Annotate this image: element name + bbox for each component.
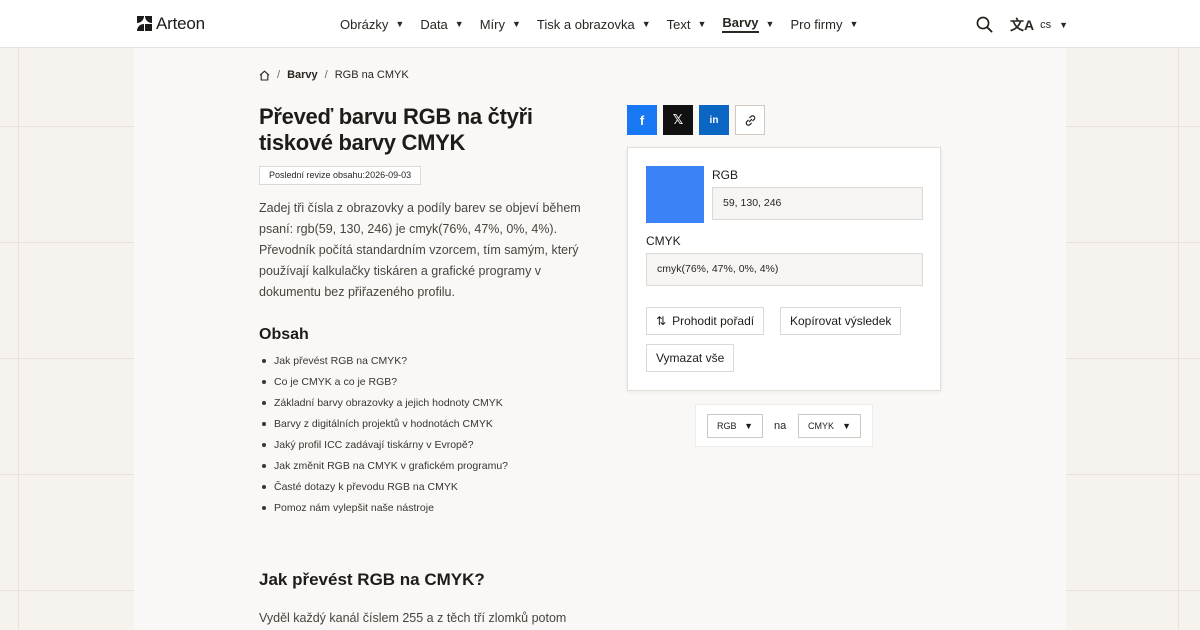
- linkedin-icon: in: [709, 114, 719, 126]
- nav-item-data[interactable]: Data ▼: [420, 17, 463, 32]
- logo-mark-icon: [137, 16, 153, 32]
- nav-item-barvy[interactable]: Barvy ▼: [722, 15, 774, 33]
- revision-badge: Poslední revize obsahu:2026-09-03: [259, 166, 422, 185]
- nav-label: Tisk a obrazovka: [536, 16, 635, 32]
- page-title: Převeď barvu RGB na čtyři tiskové barvy …: [259, 104, 533, 155]
- nav-item-tisk-a-obrazovka[interactable]: Tisk a obrazovka ▼: [537, 17, 651, 32]
- top-navigation-bar: Arteon Obrázky ▼ Data ▼ Míry ▼ Tisk a ob…: [0, 0, 1200, 48]
- nav-label: Text: [666, 16, 691, 32]
- clear-label: Vymazat vše: [656, 351, 725, 365]
- chevron-down-icon: ▼: [512, 19, 521, 29]
- link-icon: [745, 114, 755, 126]
- translate-icon: 文A: [1010, 17, 1035, 33]
- x-icon: 𝕏: [672, 112, 684, 127]
- cmyk-output[interactable]: cmyk(76%, 47%, 0%, 4%): [646, 253, 923, 286]
- nav-label: Barvy: [722, 15, 759, 33]
- breadcrumb-link-barvy[interactable]: Barvy: [287, 69, 318, 81]
- chevron-down-icon: ▼: [1059, 20, 1069, 30]
- chevron-down-icon: ▼: [454, 19, 464, 29]
- chevron-down-icon: ▼: [641, 19, 651, 29]
- share-facebook-button[interactable]: f: [627, 105, 657, 135]
- toc-link[interactable]: Základní barvy obrazovky a jejich hodnot…: [259, 394, 508, 415]
- chevron-down-icon: ▼: [765, 19, 775, 29]
- breadcrumb-separator: /: [324, 69, 328, 81]
- to-format-value: CMYK: [808, 421, 835, 431]
- breadcrumb: / Barvy / RGB na CMYK: [259, 69, 409, 81]
- main-nav: Obrázky ▼ Data ▼ Míry ▼ Tisk a obrazovka…: [340, 0, 874, 48]
- nav-label: Pro firmy: [790, 16, 843, 32]
- swap-icon: ⇅: [656, 314, 667, 328]
- toc-link[interactable]: Jak změnit RGB na CMYK v grafickém progr…: [259, 457, 508, 478]
- from-format-select[interactable]: RGB ▼: [707, 414, 763, 438]
- breadcrumb-separator: /: [277, 69, 281, 81]
- language-code: cs: [1040, 19, 1052, 31]
- toc-heading: Obsah: [259, 326, 309, 343]
- copy-result-button[interactable]: Kopírovat výsledek: [780, 307, 902, 335]
- from-format-value: RGB: [717, 421, 737, 431]
- intro-paragraph: Zadej tři čísla z obrazovky a podíly bar…: [259, 201, 581, 299]
- toc-link[interactable]: Pomoz nám vylepšit naše nástroje: [259, 499, 508, 520]
- section-paragraph: Vyděl každý kanál číslem 255 a z těch tř…: [259, 611, 567, 625]
- table-of-contents: Jak převést RGB na CMYK? Co je CMYK a co…: [259, 352, 508, 520]
- nav-label: Data: [420, 16, 448, 32]
- facebook-icon: f: [639, 112, 645, 128]
- swap-label: Prohodit pořadí: [672, 314, 755, 328]
- chevron-down-icon: ▼: [744, 421, 753, 431]
- copy-label: Kopírovat výsledek: [790, 314, 892, 328]
- brand-name: Arteon: [156, 14, 205, 33]
- search-icon[interactable]: [976, 16, 993, 33]
- color-swatch: [646, 166, 704, 223]
- section-heading: Jak převést RGB na CMYK?: [259, 570, 485, 589]
- toc-link[interactable]: Co je CMYK a co je RGB?: [259, 373, 508, 394]
- chevron-down-icon: ▼: [395, 19, 405, 29]
- share-x-button[interactable]: 𝕏: [663, 105, 693, 135]
- selector-joiner: na: [774, 420, 787, 432]
- nav-item-text[interactable]: Text ▼: [667, 17, 707, 32]
- brand-logo[interactable]: Arteon: [137, 14, 205, 34]
- toc-link[interactable]: Jaký profil ICC zadávají tiskárny v Evro…: [259, 436, 508, 457]
- toc-link[interactable]: Časté dotazy k převodu RGB na CMYK: [259, 478, 508, 499]
- rgb-input[interactable]: 59, 130, 246: [712, 187, 923, 220]
- cmyk-label: CMYK: [646, 234, 681, 248]
- to-format-select[interactable]: CMYK ▼: [798, 414, 861, 438]
- copy-link-button[interactable]: [735, 105, 765, 135]
- chevron-down-icon: ▼: [697, 19, 707, 29]
- nav-label: Obrázky: [340, 16, 389, 32]
- toc-link[interactable]: Barvy z digitálních projektů v hodnotách…: [259, 415, 508, 436]
- nav-item-obrazky[interactable]: Obrázky ▼: [340, 17, 404, 32]
- nav-item-pro-firmy[interactable]: Pro firmy ▼: [790, 17, 858, 32]
- language-switcher[interactable]: 文A cs ▼: [1010, 15, 1068, 35]
- toc-link[interactable]: Jak převést RGB na CMYK?: [259, 352, 508, 373]
- clear-all-button[interactable]: Vymazat vše: [646, 344, 735, 372]
- chevron-down-icon: ▼: [849, 19, 859, 29]
- breadcrumb-current: RGB na CMYK: [334, 69, 409, 81]
- nav-label: Míry: [479, 16, 505, 32]
- home-icon[interactable]: [259, 70, 270, 81]
- conversion-selector: RGB ▼ na CMYK ▼: [695, 404, 873, 447]
- share-buttons: f 𝕏 in: [627, 105, 771, 135]
- nav-item-miry[interactable]: Míry ▼: [480, 17, 521, 32]
- converter-card: RGB 59, 130, 246 CMYK cmyk(76%, 47%, 0%,…: [627, 147, 941, 391]
- chevron-down-icon: ▼: [842, 421, 851, 431]
- share-linkedin-button[interactable]: in: [699, 105, 729, 135]
- rgb-label: RGB: [712, 168, 739, 182]
- swap-order-button[interactable]: ⇅ Prohodit pořadí: [646, 307, 765, 335]
